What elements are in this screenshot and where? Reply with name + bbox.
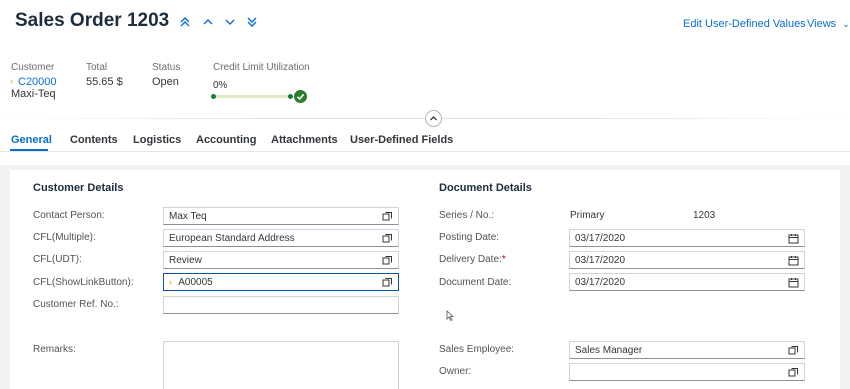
status-value: Open	[152, 76, 179, 88]
cfl-showlinkbutton-label: CFL(ShowLinkButton):	[33, 277, 134, 288]
customer-ref-no-field[interactable]	[163, 296, 399, 314]
next-record-icon[interactable]	[222, 14, 238, 30]
posting-date-value: 03/17/2020	[575, 233, 626, 244]
document-number-value: 1203	[693, 210, 716, 221]
posting-date-picker[interactable]: 03/17/2020	[569, 229, 805, 247]
credit-limit-value: 0%	[213, 80, 228, 91]
credit-limit-progress-bar	[213, 95, 293, 98]
page-title: Sales Order 1203	[15, 10, 170, 31]
remarks-textarea[interactable]	[163, 341, 399, 389]
customer-kpi-label: Customer	[11, 62, 55, 73]
chevron-up-icon	[430, 116, 437, 121]
last-record-icon[interactable]	[244, 14, 260, 30]
owner-label: Owner:	[439, 366, 472, 377]
cfl-multiple-field[interactable]: European Standard Address	[163, 229, 399, 247]
value-help-icon[interactable]	[382, 255, 393, 266]
series-no-label: Series / No.:	[439, 210, 495, 221]
value-help-icon[interactable]	[788, 345, 799, 356]
contact-person-value: Max Teq	[169, 211, 207, 222]
cfl-multiple-value: European Standard Address	[169, 233, 295, 244]
previous-record-icon[interactable]	[200, 14, 216, 30]
delivery-date-picker[interactable]: 03/17/2020	[569, 251, 805, 269]
document-date-label: Document Date:	[439, 277, 512, 288]
delivery-date-label: Delivery Date:*	[439, 254, 506, 265]
customer-details-title: Customer Details	[33, 182, 124, 194]
contact-person-field[interactable]: Max Teq	[163, 207, 399, 225]
cfl-udt-field[interactable]: Review	[163, 251, 399, 269]
tab-user-defined-fields[interactable]: User-Defined Fields	[350, 134, 453, 146]
sales-employee-value: Sales Manager	[575, 345, 643, 356]
customer-ref-no-label: Customer Ref. No.:	[33, 299, 119, 310]
credit-limit-label: Credit Limit Utilization	[213, 62, 310, 73]
sales-employee-field[interactable]: Sales Manager	[569, 341, 805, 359]
first-record-icon[interactable]	[177, 14, 193, 30]
customer-code-link[interactable]: C20000	[18, 76, 57, 88]
link-arrow-icon[interactable]: ›	[169, 277, 172, 287]
tab-attachments[interactable]: Attachments	[271, 134, 338, 146]
cfl-udt-value: Review	[169, 255, 202, 266]
checkmark-icon	[294, 90, 307, 103]
document-date-picker[interactable]: 03/17/2020	[569, 273, 805, 291]
collapse-header-button[interactable]	[425, 110, 442, 127]
value-help-icon[interactable]	[382, 277, 393, 288]
chevron-down-icon: ⌄	[842, 19, 850, 29]
edit-user-defined-values-link[interactable]: Edit User-Defined Values	[683, 18, 806, 30]
cfl-showlinkbutton-value: A00005	[178, 277, 213, 288]
value-help-icon[interactable]	[382, 233, 393, 244]
views-button[interactable]: Views ⌄	[807, 18, 850, 30]
views-label: Views	[807, 18, 837, 30]
tab-bar-divider	[0, 151, 850, 152]
required-asterisk: *	[501, 254, 506, 265]
sales-employee-label: Sales Employee:	[439, 344, 515, 355]
calendar-icon[interactable]	[788, 277, 799, 288]
contact-person-label: Contact Person:	[33, 210, 105, 221]
mouse-pointer-icon	[446, 308, 455, 322]
document-details-title: Document Details	[439, 182, 532, 194]
status-kpi-label: Status	[152, 62, 181, 73]
cfl-showlinkbutton-field[interactable]: › A00005	[163, 273, 399, 291]
link-arrow-icon: ›	[10, 76, 13, 86]
progress-start-marker	[211, 94, 216, 99]
tab-general[interactable]: General	[11, 134, 52, 146]
object-header: Sales Order 1203 Edit User-Defined Value…	[0, 0, 850, 165]
total-kpi-label: Total	[86, 62, 108, 73]
delivery-date-value: 03/17/2020	[575, 255, 626, 266]
calendar-icon[interactable]	[788, 255, 799, 266]
total-value: 55.65 $	[86, 76, 123, 88]
tab-contents[interactable]: Contents	[70, 134, 118, 146]
cfl-udt-label: CFL(UDT):	[33, 254, 82, 265]
tab-accounting[interactable]: Accounting	[196, 134, 257, 146]
calendar-icon[interactable]	[788, 233, 799, 244]
series-value: Primary	[570, 210, 605, 221]
document-date-value: 03/17/2020	[575, 277, 626, 288]
customer-name: Maxi-Teq	[11, 88, 56, 100]
value-help-icon[interactable]	[788, 367, 799, 378]
cfl-multiple-label: CFL(Multiple):	[33, 232, 96, 243]
value-help-icon[interactable]	[382, 211, 393, 222]
tab-logistics[interactable]: Logistics	[133, 134, 181, 146]
progress-end-marker	[288, 94, 293, 99]
remarks-label: Remarks:	[33, 344, 76, 355]
posting-date-label: Posting Date:	[439, 232, 500, 243]
owner-field[interactable]	[569, 363, 805, 381]
